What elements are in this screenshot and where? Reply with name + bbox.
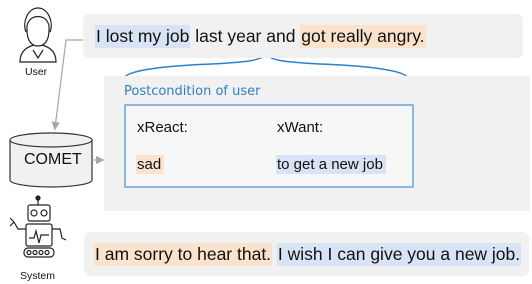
system-label: System [20,270,56,282]
response-highlight-wish: I wish I can give you a new job. [276,242,522,266]
postcondition-title: Postcondition of user [124,84,261,99]
response-highlight-empathy: I am sorry to hear that. [94,242,273,266]
value-xwant: to get a new job [276,155,386,174]
utterance-highlight-event: I lost my job [95,24,191,48]
header-xreact: xReact: [137,119,188,136]
utterance-text-middle: last year and [190,25,301,46]
header-xwant: xWant: [277,119,324,136]
user-utterance-bubble: I lost my job last year and got really a… [83,14,523,58]
robot-icon [9,195,67,258]
comet-label: COMET [24,151,82,168]
value-xreact: sad [136,155,165,174]
system-utterance-bubble: I am sorry to hear that. I wish I can gi… [84,232,529,276]
user-icon [19,7,57,63]
postcondition-box [124,104,414,188]
user-to-comet-arrow [51,39,83,131]
user-label: User [25,66,48,78]
utterance-highlight-emotion: got really angry. [300,24,426,48]
